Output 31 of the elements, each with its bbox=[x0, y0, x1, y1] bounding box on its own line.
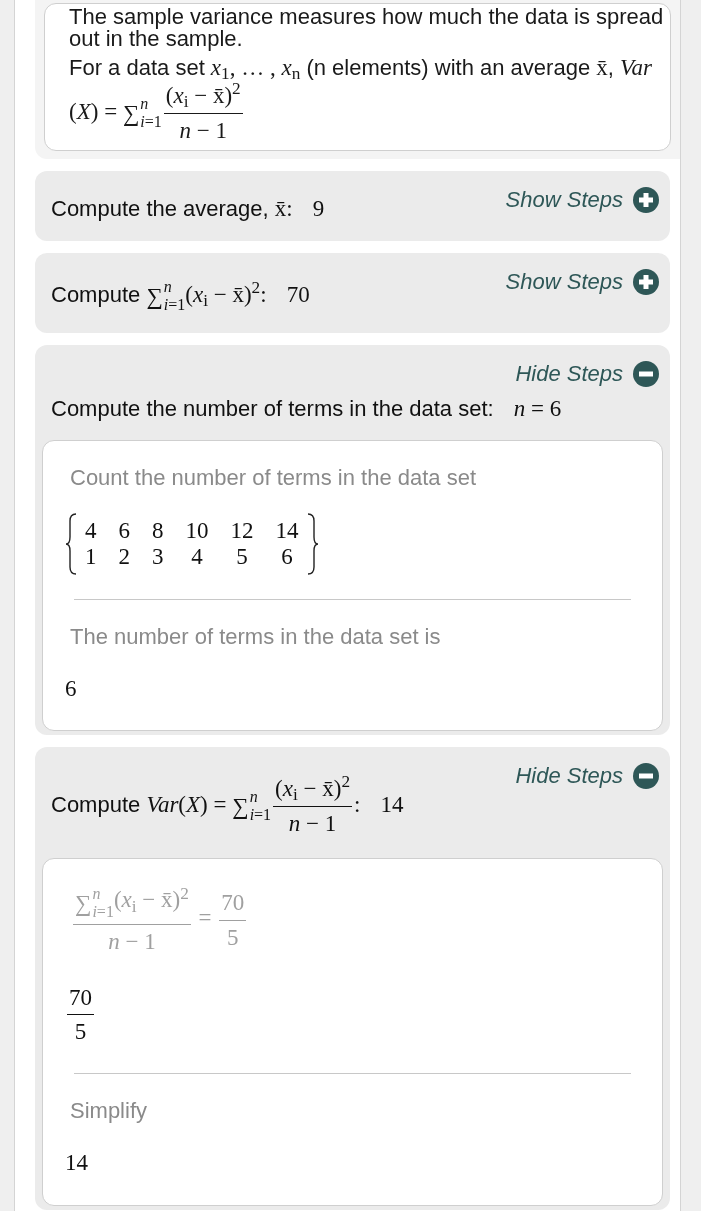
right-brace-icon bbox=[306, 512, 319, 575]
matrix-cell: 6 bbox=[118, 517, 130, 544]
matrix-cell: 4 bbox=[191, 543, 203, 570]
result-formula: 6 bbox=[65, 674, 77, 703]
step-title: Compute the average, x̄: bbox=[51, 195, 293, 222]
matrix-cell: 8 bbox=[152, 517, 164, 544]
matrix-cell: 3 bbox=[152, 543, 164, 570]
result-formula: 14 bbox=[65, 1149, 88, 1178]
toggle-steps-button[interactable]: Hide Steps bbox=[515, 763, 659, 790]
toggle-steps-button[interactable]: Hide Steps bbox=[515, 360, 659, 387]
step-result: n = 6 bbox=[513, 395, 562, 422]
toggle-steps-button[interactable]: Show Steps bbox=[505, 186, 659, 213]
result-formula: 70 5 bbox=[66, 981, 95, 1047]
step-result: 14 bbox=[380, 792, 404, 819]
intro-text: The sample variance measures how much the data is spread out in the sample. bbox=[69, 6, 665, 50]
step-result: 70 bbox=[286, 282, 310, 308]
explanation-text: Count the number of terms in the data set bbox=[69, 464, 476, 491]
matrix-cell: 2 bbox=[118, 543, 130, 570]
matrix-cell: 4 bbox=[85, 517, 97, 544]
matrix-cell: 1 bbox=[85, 543, 97, 570]
step-title: Compute the number of terms in the data set: bbox=[51, 395, 494, 422]
toggle-steps-button[interactable]: Show Steps bbox=[505, 268, 659, 295]
matrix-cell: 10 bbox=[185, 517, 209, 544]
matrix-cell: 14 bbox=[275, 517, 299, 544]
explanation-text: The number of terms in the data set is bbox=[69, 623, 441, 650]
explanation-text: Simplify bbox=[69, 1098, 147, 1125]
left-brace-icon bbox=[65, 512, 77, 575]
matrix-cell: 5 bbox=[236, 543, 248, 570]
step-result: 9 bbox=[312, 195, 325, 222]
matrix-cell: 12 bbox=[230, 517, 254, 544]
matrix-cell: 6 bbox=[281, 543, 293, 570]
